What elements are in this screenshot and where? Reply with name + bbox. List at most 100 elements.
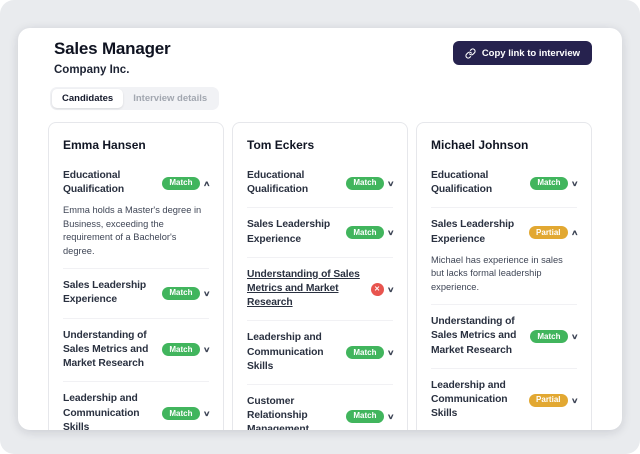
criterion-row[interactable]: Understanding of Sales Metrics and Marke… xyxy=(431,304,578,368)
page-header: Sales Manager Company Inc. Copy link to … xyxy=(18,28,622,76)
criterion-header[interactable]: Understanding of Sales Metrics and Marke… xyxy=(431,315,578,358)
criterion-label: Customer Relationship Management xyxy=(247,396,309,430)
chevron-down-icon[interactable]: ∨ xyxy=(202,345,210,354)
criterion-label: Understanding of Sales Metrics and Marke… xyxy=(431,316,517,356)
criterion-label: Understanding of Sales Metrics and Marke… xyxy=(247,268,360,309)
candidate-name: Emma Hansen xyxy=(63,138,146,152)
criterion-row[interactable]: Leadership and Communication Skills Match… xyxy=(247,320,394,384)
criterion-label: Sales Leadership Experience xyxy=(63,280,147,306)
criterion-status: Match ∨ xyxy=(162,407,210,421)
chevron-up-icon[interactable]: ∧ xyxy=(202,179,210,188)
chevron-down-icon[interactable]: ∨ xyxy=(570,179,578,188)
criterion-detail: Michael has experience in sales but lack… xyxy=(431,254,563,292)
criterion-row[interactable]: Sales Leadership Experience Match ∨ xyxy=(247,207,394,256)
criterion-row[interactable]: Educational Qualification Match ∨ xyxy=(431,159,578,207)
criterion-header[interactable]: Customer Relationship Management Match ∨ xyxy=(247,395,394,430)
criterion-row[interactable]: Understanding of Sales Metrics and Marke… xyxy=(247,256,394,321)
criterion-header[interactable]: Sales Leadership Experience Partial ∧ xyxy=(431,218,578,246)
criterion-status: Match ∨ xyxy=(346,346,394,360)
chevron-down-icon[interactable]: ∨ xyxy=(386,179,394,188)
chevron-down-icon[interactable]: ∨ xyxy=(570,332,578,341)
criterion-label: Leadership and Communication Skills xyxy=(63,393,140,430)
criterion-row[interactable]: Educational Qualification Match ∨ xyxy=(247,159,394,207)
chevron-down-icon[interactable]: ∨ xyxy=(386,348,394,357)
company-name: Company Inc. xyxy=(54,64,130,76)
no-match-icon: ✕ xyxy=(370,282,384,296)
status-badge: Match xyxy=(346,176,384,190)
criterion-row[interactable]: Sales Leadership Experience Partial ∧ Micha… xyxy=(431,207,578,304)
criterion-header[interactable]: Educational Qualification Match ∨ xyxy=(247,169,394,197)
chevron-down-icon[interactable]: ∨ xyxy=(202,289,210,298)
criterion-row[interactable]: Leadership and Communication Skills Parti… xyxy=(431,367,578,430)
criterion-row[interactable]: Customer Relationship Management Match ∨ xyxy=(247,384,394,430)
criterion-label: Educational Qualification xyxy=(63,170,125,196)
criterion-label: Leadership and Communication Skills xyxy=(431,379,508,420)
status-badge: Partial xyxy=(529,393,568,407)
chevron-up-icon[interactable]: ∧ xyxy=(570,228,578,237)
criterion-status: Match ∨ xyxy=(162,286,210,300)
criterion-status: Match ∨ xyxy=(530,176,578,190)
chevron-down-icon[interactable]: ∨ xyxy=(570,396,578,405)
criterion-header[interactable]: Understanding of Sales Metrics and Marke… xyxy=(63,329,210,372)
criterion-row[interactable]: Understanding of Sales Metrics and Marke… xyxy=(63,317,210,382)
status-badge: Match xyxy=(162,176,200,190)
criteria-list: Educational Qualification Match ∨ Sales Lea… xyxy=(247,159,394,430)
copy-link-button[interactable]: Copy link to interview xyxy=(452,41,592,65)
criterion-status: Match ∧ xyxy=(162,176,210,190)
criterion-status: Match ∨ xyxy=(162,343,210,357)
criterion-row[interactable]: Sales Leadership Experience Match ∨ xyxy=(63,268,210,317)
tab-interview-details[interactable]: Interview details xyxy=(123,89,217,108)
status-badge: Match xyxy=(530,330,568,344)
criterion-status: ✕ ∨ xyxy=(370,282,394,296)
copy-link-button-label: Copy link to interview xyxy=(481,47,580,59)
link-icon xyxy=(465,47,476,59)
chevron-down-icon[interactable]: ∨ xyxy=(386,285,394,294)
criterion-row[interactable]: Leadership and Communication Skills Match… xyxy=(63,381,210,430)
chevron-down-icon[interactable]: ∨ xyxy=(202,409,210,418)
criterion-header[interactable]: Educational Qualification Match ∧ xyxy=(63,169,210,197)
chevron-down-icon[interactable]: ∨ xyxy=(386,412,394,421)
criterion-header[interactable]: Sales Leadership Experience Match ∨ xyxy=(63,279,210,307)
status-badge: Match xyxy=(162,286,200,300)
status-badge: Match xyxy=(346,346,384,360)
candidates-grid: Emma Hansen Educational Qualification Mat… xyxy=(18,110,622,430)
candidate-column: Michael Johnson Educational Qualificatio… xyxy=(416,122,592,430)
criteria-list: Educational Qualification Match ∨ Sales Lea… xyxy=(431,159,578,430)
criterion-label: Understanding of Sales Metrics and Marke… xyxy=(63,329,149,370)
status-badge: Match xyxy=(162,407,200,421)
criterion-header[interactable]: Sales Leadership Experience Match ∨ xyxy=(247,218,394,246)
candidate-column: Emma Hansen Educational Qualification Mat… xyxy=(48,122,224,430)
criterion-header[interactable]: Leadership and Communication Skills Match… xyxy=(247,331,394,374)
status-badge: Match xyxy=(530,176,568,190)
status-badge: Partial xyxy=(529,226,568,240)
tab-candidates[interactable]: Candidates xyxy=(52,89,124,108)
criterion-header[interactable]: Educational Qualification Match ∨ xyxy=(431,169,578,197)
candidate-name: Michael Johnson xyxy=(431,138,529,152)
criterion-header[interactable]: Understanding of Sales Metrics and Marke… xyxy=(247,268,394,311)
criterion-label: Educational Qualification xyxy=(431,170,493,196)
chevron-down-icon[interactable]: ∨ xyxy=(386,228,394,237)
criterion-header[interactable]: Leadership and Communication Skills Match… xyxy=(63,392,210,430)
criterion-header[interactable]: Leadership and Communication Skills Parti… xyxy=(431,379,578,422)
candidate-name: Tom Eckers xyxy=(247,138,315,152)
interview-page: Sales Manager Company Inc. Copy link to … xyxy=(18,28,622,430)
criterion-label: Leadership and Communication Skills xyxy=(247,332,324,372)
criterion-status: Match ∨ xyxy=(530,330,578,344)
criterion-row[interactable]: Educational Qualification Match ∧ Emma hold… xyxy=(63,159,210,268)
criterion-status: Partial ∨ xyxy=(529,393,578,407)
criterion-label: Sales Leadership Experience xyxy=(247,219,331,245)
status-badge: Match xyxy=(346,226,384,240)
criterion-detail: Emma holds a Master's degree in Business… xyxy=(63,205,202,256)
status-badge: Match xyxy=(346,409,384,423)
tab-bar: Candidates Interview details xyxy=(50,87,220,110)
criterion-status: Match ∨ xyxy=(346,226,394,240)
status-badge: Match xyxy=(162,343,200,357)
criterion-status: Partial ∧ xyxy=(529,226,578,240)
candidate-column: Tom Eckers Educational Qualification Matc… xyxy=(232,122,408,430)
criteria-list: Educational Qualification Match ∧ Emma hold… xyxy=(63,159,210,430)
app-canvas: Sales Manager Company Inc. Copy link to … xyxy=(0,0,640,454)
criterion-status: Match ∨ xyxy=(346,409,394,423)
criterion-label: Educational Qualification xyxy=(247,170,309,196)
criterion-label: Sales Leadership Experience xyxy=(431,219,515,245)
criterion-status: Match ∨ xyxy=(346,176,394,190)
